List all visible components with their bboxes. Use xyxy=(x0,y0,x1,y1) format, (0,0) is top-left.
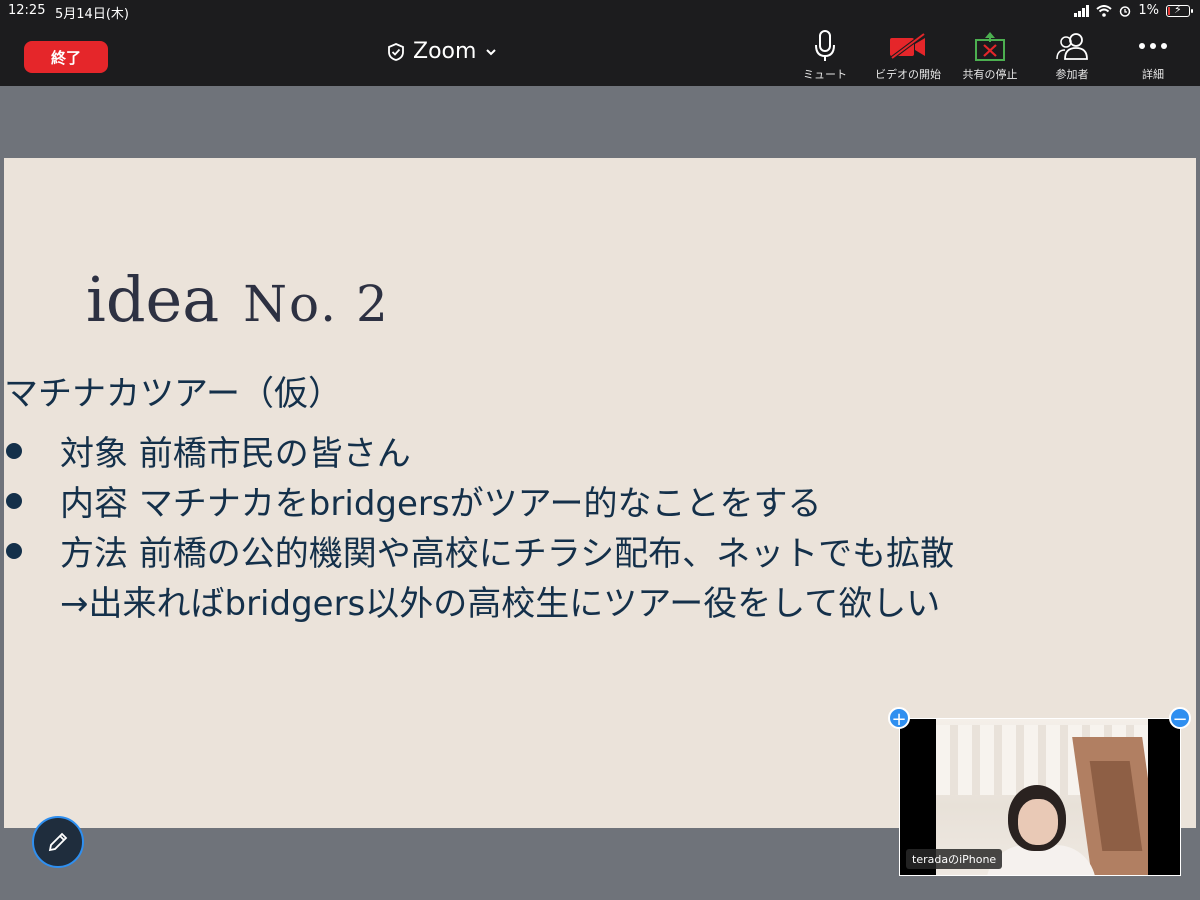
battery-icon: ⚡ xyxy=(1166,3,1193,17)
annotate-button[interactable] xyxy=(32,816,84,868)
slide-title: idea No. 2 xyxy=(86,263,390,336)
participant-name: teradaのiPhone xyxy=(906,849,1003,869)
status-time: 12:25 xyxy=(8,3,46,18)
end-meeting-button[interactable]: 終了 xyxy=(24,41,108,73)
chevron-down-icon xyxy=(486,48,497,55)
signal-icon xyxy=(1074,4,1090,17)
stop-share-button[interactable]: 共有の停止 xyxy=(945,28,1035,84)
alarm-icon xyxy=(1120,5,1131,17)
stop-share-icon xyxy=(975,32,1005,61)
slide-subtitle: マチナカツアー（仮） xyxy=(4,374,342,414)
meeting-title-menu[interactable]: Zoom xyxy=(387,39,498,64)
bullet-dot xyxy=(6,543,22,559)
shield-icon xyxy=(388,42,404,61)
participants-label: 参加者 xyxy=(1055,68,1089,81)
mute-button[interactable]: ミュート xyxy=(780,28,870,84)
bullet-dot xyxy=(6,443,22,459)
status-bar: 12:25 5月14日(木) 1% ⚡ xyxy=(0,0,1200,22)
status-date: 5月14日(木) xyxy=(55,7,129,22)
meeting-toolbar: 終了 Zoom ミュート ビデオの開始 共有の停止 参加者 詳細 xyxy=(0,22,1200,86)
video-off-icon xyxy=(890,32,926,60)
bullet-text: 対象 前橋市民の皆さん xyxy=(60,434,411,474)
minus-icon: − xyxy=(1172,709,1188,730)
more-label: 詳細 xyxy=(1142,68,1164,81)
start-video-button[interactable]: ビデオの開始 xyxy=(863,28,953,84)
microphone-icon xyxy=(815,30,835,61)
slide-title-number: No. 2 xyxy=(243,275,390,333)
wifi-icon xyxy=(1096,4,1113,17)
more-button[interactable]: 詳細 xyxy=(1108,28,1198,84)
expand-video-button[interactable]: + xyxy=(888,707,910,730)
plus-icon: + xyxy=(891,709,907,730)
mute-label: ミュート xyxy=(803,68,847,81)
participants-icon xyxy=(1056,33,1088,60)
meeting-title: Zoom xyxy=(413,39,477,64)
minimize-video-button[interactable]: − xyxy=(1169,707,1191,730)
more-icon xyxy=(1139,43,1167,49)
bullet-note-text: →出来ればbridgers以外の高校生にツアー役をして欲しい xyxy=(60,584,941,624)
bullet-dot xyxy=(6,493,22,509)
bullet-text: 方法 前橋の公的機関や高校にチラシ配布、ネットでも拡散 xyxy=(60,534,955,574)
background-band xyxy=(0,86,1200,158)
stop-share-label: 共有の停止 xyxy=(962,68,1018,81)
start-video-label: ビデオの開始 xyxy=(875,68,941,81)
pencil-icon xyxy=(48,832,68,852)
bullet-text: 内容 マチナカをbridgersがツアー的なことをする xyxy=(60,484,822,524)
participants-button[interactable]: 参加者 xyxy=(1027,28,1117,84)
status-right: 1% ⚡ xyxy=(1074,3,1193,18)
self-video-thumbnail[interactable]: teradaのiPhone xyxy=(899,718,1181,876)
slide-title-word: idea xyxy=(86,263,220,336)
battery-percent: 1% xyxy=(1138,3,1159,18)
